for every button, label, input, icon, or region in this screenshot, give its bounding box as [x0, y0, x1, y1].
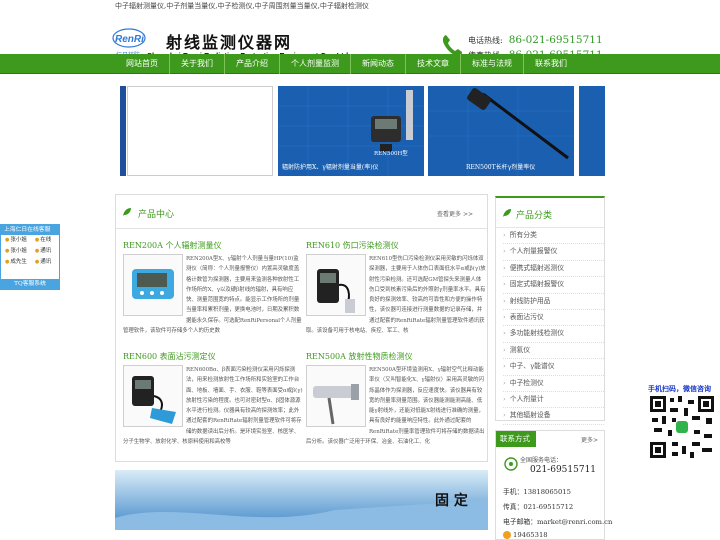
site-title: 射线监测仪器网 — [166, 33, 293, 52]
category-item[interactable]: 中子检测仪 — [503, 376, 604, 393]
contact-fax: 传真：021-69515712 — [503, 503, 574, 511]
category-item[interactable]: 其他辐射设备 — [503, 408, 604, 425]
logo-brand: RenRi — [115, 34, 144, 45]
product-name[interactable]: REN200A 个人辐射测量仪 — [123, 240, 303, 251]
product-image[interactable] — [306, 365, 366, 427]
category-item[interactable]: 多功能射线检测仪 — [503, 326, 604, 343]
service-agent[interactable]: 成先生通讯 — [1, 257, 59, 268]
category-sidebar: 产品分类 所有分类 个人剂量报警仪 便携式辐射巡测仪 固定式辐射报警仪 射线防护… — [495, 196, 605, 425]
category-item[interactable]: 测氡仪 — [503, 343, 604, 360]
banner-slide-ren500h[interactable]: REN500H型 辐射防护用X、γ辐射剂量当量(率)仪 — [278, 86, 424, 176]
banner-slide-next[interactable] — [579, 86, 605, 176]
nav-home[interactable]: 网站首页 — [115, 54, 170, 74]
nav-dosimetry[interactable]: 个人剂量监测 — [280, 54, 351, 74]
product-more-link[interactable]: 查看更多 >> — [437, 209, 473, 218]
online-service-title: 上海仁日在线客服 — [1, 225, 59, 235]
contact-title: 联系方式 — [496, 431, 536, 447]
category-item[interactable]: 中子、γ能谱仪 — [503, 359, 604, 376]
hotline: 电话热线: 86-021-69515711 — [468, 34, 603, 46]
product-name[interactable]: REN600 表面沾污测定仪 — [123, 351, 303, 362]
category-item[interactable]: 固定式辐射报警仪 — [503, 277, 604, 294]
product-item[interactable]: REN610 伤口污染检测仪 REN610型伤口污染检测仪采用灵敏的闪烁体双探测… — [306, 240, 486, 336]
contact-box: 联系方式 更多> 全国服务电话： 021-69515711 手机：1381806… — [495, 430, 612, 540]
nav-news[interactable]: 新闻动态 — [351, 54, 406, 74]
product-name[interactable]: REN610 伤口污染检测仪 — [306, 240, 486, 251]
main-nav: 网站首页 关于我们 产品介绍 个人剂量监测 新闻动态 技术文章 标准与法规 联系… — [0, 54, 720, 74]
category-item[interactable]: 表面沾污仪 — [503, 310, 604, 327]
product-item[interactable]: REN200A 个人辐射测量仪 REN200A型X、γ辐射个人剂量当量HP(10… — [123, 240, 303, 336]
bottom-banner-text: 固 定 — [435, 493, 468, 509]
nav-contact[interactable]: 联系我们 — [524, 54, 578, 74]
product-item[interactable]: REN500A 放射性物质检测仪 REN500A型环境监测用X、γ辐射空气比释动… — [306, 351, 486, 447]
product-center: 产品中心 查看更多 >> REN200A 个人辐射测量仪 REN200A型X、γ… — [115, 194, 488, 462]
qr-title: 手机扫码，微信咨询 — [648, 386, 711, 393]
wechat-qr-code — [648, 394, 716, 460]
contact-email[interactable]: 电子邮箱：market@renri.com.cn — [503, 516, 612, 526]
banner-slide-1[interactable] — [120, 86, 126, 176]
product-center-title: 产品中心 — [138, 210, 175, 220]
category-item[interactable]: 射线防护用品 — [503, 294, 604, 311]
contact-more-link[interactable]: 更多> — [581, 435, 598, 444]
ren500h-caption: 辐射防护用X、γ辐射剂量当量(率)仪 — [282, 164, 379, 171]
nav-articles[interactable]: 技术文章 — [406, 54, 461, 74]
ren500t-caption: REN500T长杆γ剂量率仪 — [466, 164, 536, 171]
contact-mobile: 手机：13818065015 — [503, 488, 571, 496]
bottom-banner-image — [115, 470, 488, 530]
product-banner: REN500H型 辐射防护用X、γ辐射剂量当量(率)仪 REN500T长杆γ剂量… — [120, 85, 605, 177]
category-item[interactable]: 便携式辐射巡测仪 — [503, 261, 604, 278]
leaf-icon — [503, 209, 511, 217]
nav-products[interactable]: 产品介绍 — [225, 54, 280, 74]
headset-icon — [504, 457, 518, 471]
category-item[interactable]: 所有分类 — [503, 228, 604, 245]
category-item[interactable]: 个人剂量计 — [503, 392, 604, 409]
banner-slide-blank[interactable] — [127, 86, 273, 176]
service-label: 全国服务电话： — [520, 457, 563, 464]
wechat-icon — [676, 421, 688, 433]
nav-standards[interactable]: 标准与法规 — [461, 54, 524, 74]
leaf-icon — [123, 208, 131, 216]
product-image[interactable] — [306, 254, 366, 316]
hotline-number: 86-021-69515711 — [508, 34, 603, 46]
service-agent[interactable]: 张小姐通讯 — [1, 246, 59, 257]
nav-about[interactable]: 关于我们 — [170, 54, 225, 74]
banner-slide-ren500t[interactable]: REN500T长杆γ剂量率仪 — [428, 86, 574, 176]
product-item[interactable]: REN600 表面沾污测定仪 REN600Bα、β表面污染检测仪采用闪烁探测法，… — [123, 351, 303, 447]
online-service-widget: 上海仁日在线客服 张小姐在线 张小姐通讯 成先生通讯 TQ客服系统 — [0, 224, 60, 290]
contact-qq[interactable]: 19465318 — [503, 531, 548, 539]
category-item[interactable]: 个人剂量报警仪 — [503, 244, 604, 261]
header: RenRi 仁日核防 射线监测仪器网 Shanghai Renri Radiat… — [0, 12, 720, 61]
service-number: 021-69515711 — [530, 465, 597, 475]
product-image[interactable] — [123, 254, 183, 316]
product-image[interactable] — [123, 365, 183, 427]
top-keyword-bar: 中子辐射测量仪,中子剂量当量仪,中子检测仪,中子周围剂量当量仪,中子辐射检测仪 — [115, 2, 369, 10]
category-title: 产品分类 — [516, 211, 553, 221]
product-name[interactable]: REN500A 放射性物质检测仪 — [306, 351, 486, 362]
online-service-footer[interactable]: TQ客服系统 — [1, 279, 59, 289]
service-agent[interactable]: 张小姐在线 — [1, 235, 59, 246]
bottom-banner[interactable]: 固 定 — [115, 470, 488, 530]
qq-icon — [503, 531, 511, 539]
